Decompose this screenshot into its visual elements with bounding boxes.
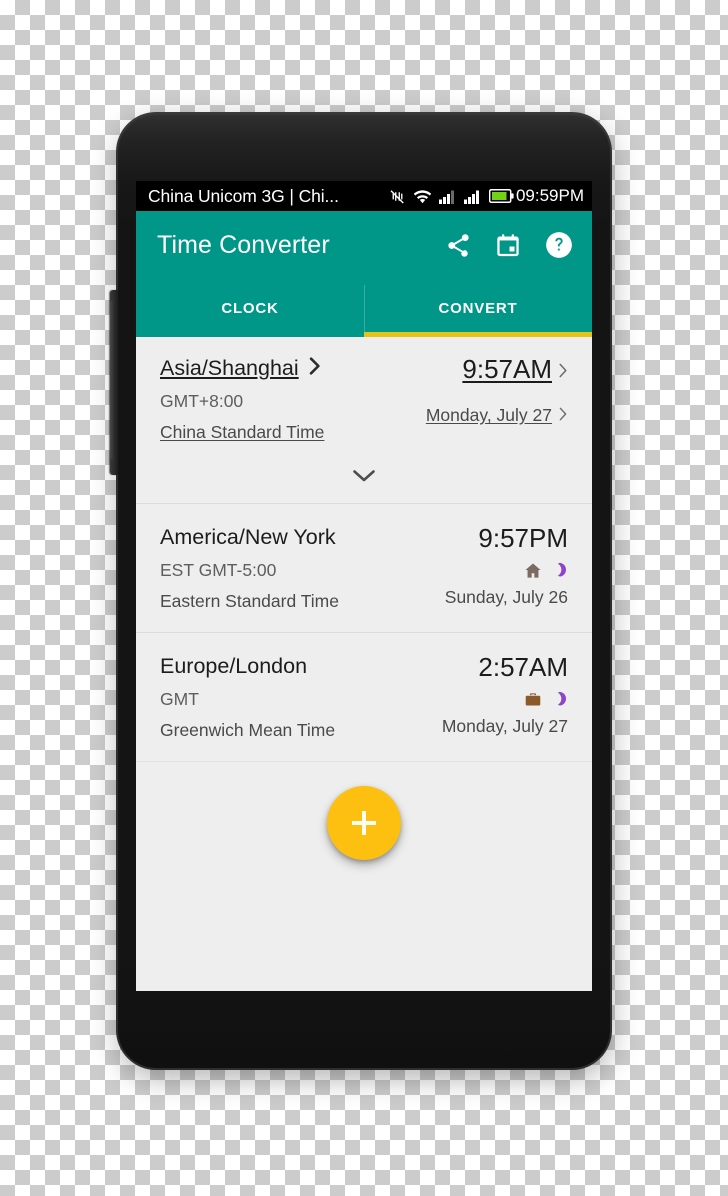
expand-chevron-icon xyxy=(352,469,376,488)
vibrate-off-icon xyxy=(389,188,406,205)
plus-icon xyxy=(351,810,377,836)
status-bar-clock: 09:59PM xyxy=(515,186,584,205)
tab-clock[interactable]: CLOCK xyxy=(136,279,364,337)
add-timezone-button[interactable] xyxy=(327,785,401,860)
timezone-name-row: America/New York xyxy=(160,524,336,551)
app-bar-actions xyxy=(445,230,574,260)
timezone-name-selector[interactable]: Asia/Shanghai xyxy=(160,355,322,382)
timezone-time: 2:57AM xyxy=(478,651,568,682)
signal-icon xyxy=(463,189,482,204)
timezone-offset: EST GMT-5:00 xyxy=(160,559,277,580)
timezone-name: Europe/London xyxy=(160,653,308,678)
briefcase-icon xyxy=(523,690,543,709)
timezone-time: 9:57AM xyxy=(462,354,552,384)
timezone-time: 9:57PM xyxy=(478,522,568,553)
page-title: Time Converter xyxy=(157,230,330,259)
phone-screen: China Unicom 3G | Chi... 09:59PM Time Co… xyxy=(136,181,592,991)
timezone-name-row: Europe/London xyxy=(160,653,307,680)
timezone-badges xyxy=(523,690,568,710)
timezone-long-name: Greenwich Mean Time xyxy=(160,719,336,740)
home-icon xyxy=(523,561,543,580)
timezone-card[interactable]: America/New York EST GMT-5:00 Eastern St… xyxy=(136,504,592,632)
timezone-card-source[interactable]: Asia/Shanghai GMT+8:00 China Standard Ti… xyxy=(136,337,592,455)
tab-convert[interactable]: CONVERT xyxy=(364,279,592,337)
chevron-right-icon xyxy=(308,355,322,382)
timezone-date: Monday, July 27 xyxy=(425,404,552,425)
timezone-time-row: 2:57AM xyxy=(478,651,568,683)
timezone-list: Asia/Shanghai GMT+8:00 China Standard Ti… xyxy=(136,337,592,991)
moon-icon xyxy=(549,561,568,580)
timezone-offset: GMT+8:00 xyxy=(160,390,244,411)
timezone-badges xyxy=(523,561,568,581)
signal-icon xyxy=(438,189,457,204)
timezone-long-name: Eastern Standard Time xyxy=(160,590,339,611)
bezel-sheen xyxy=(116,112,612,182)
timezone-name: Asia/Shanghai xyxy=(160,356,299,380)
timezone-long-name[interactable]: China Standard Time xyxy=(160,422,426,443)
tab-clock-label: CLOCK xyxy=(221,299,279,317)
chevron-right-icon xyxy=(558,405,568,426)
wifi-icon xyxy=(413,189,432,204)
timezone-offset: GMT xyxy=(160,688,199,709)
moon-icon xyxy=(549,690,568,709)
power-button[interactable] xyxy=(110,300,115,460)
timezone-time-block: 2:57AM Monday, July 27 xyxy=(442,651,568,737)
timezone-date: Sunday, July 26 xyxy=(444,586,568,607)
timezone-date-selector[interactable]: Monday, July 27 xyxy=(426,405,568,426)
timezone-name: America/New York xyxy=(160,524,336,549)
battery-icon xyxy=(488,189,514,203)
calendar-icon[interactable] xyxy=(495,232,521,258)
help-icon[interactable] xyxy=(544,230,574,260)
timezone-info: Asia/Shanghai GMT+8:00 China Standard Ti… xyxy=(160,355,426,443)
timezone-info: Europe/London GMT Greenwich Mean Time xyxy=(160,653,442,741)
tab-bar: CLOCK CONVERT xyxy=(136,279,592,337)
app-bar: Time Converter xyxy=(136,211,592,279)
timezone-time-block: 9:57AM Monday, July 27 xyxy=(426,354,568,426)
timezone-date-row: Sunday, July 26 xyxy=(445,587,568,608)
tab-convert-label: CONVERT xyxy=(438,299,518,317)
status-bar: China Unicom 3G | Chi... 09:59PM xyxy=(136,181,592,211)
timezone-time-row: 9:57PM xyxy=(478,522,568,554)
chevron-right-icon xyxy=(558,355,568,385)
share-icon[interactable] xyxy=(445,232,472,259)
timezone-time-block: 9:57PM Sunday, July 26 xyxy=(445,522,568,608)
timezone-card[interactable]: Europe/London GMT Greenwich Mean Time 2:… xyxy=(136,633,592,761)
timezone-date-row: Monday, July 27 xyxy=(442,716,568,737)
expand-toggle[interactable] xyxy=(136,455,592,503)
timezone-info: America/New York EST GMT-5:00 Eastern St… xyxy=(160,524,445,612)
status-bar-icons xyxy=(389,188,514,205)
fab-container xyxy=(136,762,592,894)
status-bar-carrier: China Unicom 3G | Chi... xyxy=(148,185,339,206)
timezone-date: Monday, July 27 xyxy=(441,715,568,736)
timezone-time-selector[interactable]: 9:57AM xyxy=(462,354,568,385)
